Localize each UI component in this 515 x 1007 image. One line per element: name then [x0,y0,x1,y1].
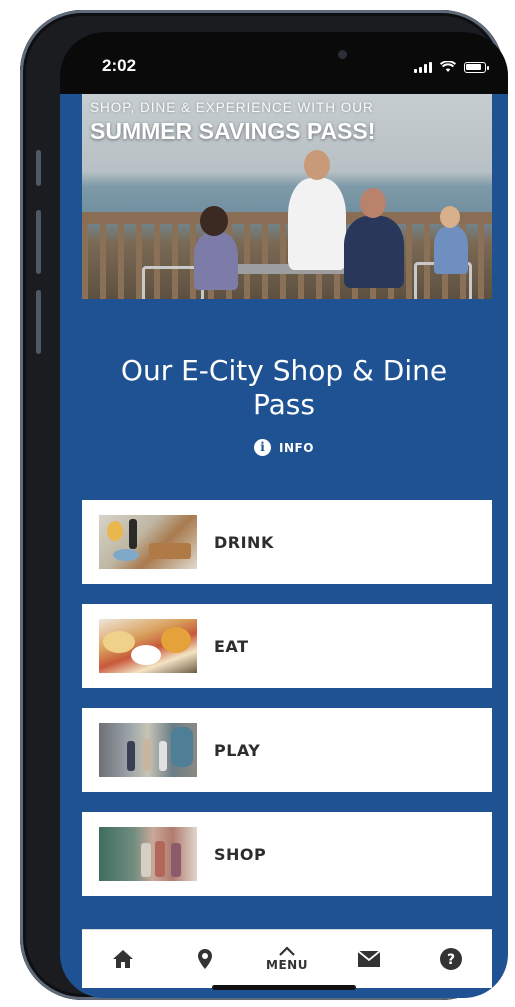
home-icon [113,950,133,968]
map-pin-icon [198,949,212,969]
home-indicator[interactable] [212,985,356,990]
category-label-drink: DRINK [214,532,274,552]
drink-thumbnail [99,515,197,569]
hero-caption-line1: SHOP, DINE & EXPERIENCE WITH OUR [90,100,374,115]
category-label-play: PLAY [214,740,261,760]
signal-icon [414,62,432,73]
info-button[interactable]: i INFO [60,439,508,456]
category-label-eat: EAT [214,636,249,656]
hero-person [434,226,468,274]
nav-menu-button[interactable]: MENU [257,930,317,988]
status-time: 2:02 [102,56,137,75]
hero-person [194,232,238,290]
hero-railing [82,212,492,224]
info-icon: i [254,439,272,456]
hero-person [288,178,346,270]
phone-screen: 2:02 SHOP, DINE & EXPERIENCE WITH OUR SU… [60,32,508,998]
hero-banner[interactable]: SHOP, DINE & EXPERIENCE WITH OUR SUMMER … [82,94,492,299]
category-card-eat[interactable]: EAT [82,604,492,688]
category-card-play[interactable]: PLAY [82,708,492,792]
mail-icon [357,950,381,967]
phone-volume-up-button [36,210,41,274]
nav-menu-label: MENU [266,958,308,972]
hero-person-head [440,206,460,228]
category-card-drink[interactable]: DRINK [82,500,492,584]
nav-help-button[interactable]: ? [421,930,481,988]
nav-map-button[interactable] [175,930,235,988]
page-title-line1: Our E-City Shop & Dine [120,354,448,387]
hero-person-head [304,150,330,180]
hero-person-head [360,188,386,218]
chevron-up-icon [279,946,295,956]
phone-volume-down-button [36,290,41,354]
phone-side-button [36,150,41,186]
bottom-nav: MENU ? [82,929,492,988]
info-label: INFO [279,440,314,455]
hero-caption-line2: SUMMER SAVINGS PASS! [90,118,376,144]
nav-home-button[interactable] [93,930,153,988]
svg-text:?: ? [447,952,455,968]
page-title: Our E-City Shop & Dine Pass [60,354,508,422]
phone-frame: 2:02 SHOP, DINE & EXPERIENCE WITH OUR SU… [20,10,508,1000]
help-icon: ? [440,948,462,970]
page-title-line2: Pass [253,388,315,421]
category-label-shop: SHOP [214,844,267,864]
status-icons [414,59,489,73]
battery-icon [464,62,489,73]
hero-person-head [200,206,228,236]
hero-person [344,216,404,288]
status-bar: 2:02 [60,32,508,94]
wifi-icon [440,61,456,72]
play-thumbnail [99,723,197,777]
category-card-shop[interactable]: SHOP [82,812,492,896]
eat-thumbnail [99,619,197,673]
shop-thumbnail [99,827,197,881]
nav-mail-button[interactable] [339,930,399,988]
front-camera [338,50,347,59]
